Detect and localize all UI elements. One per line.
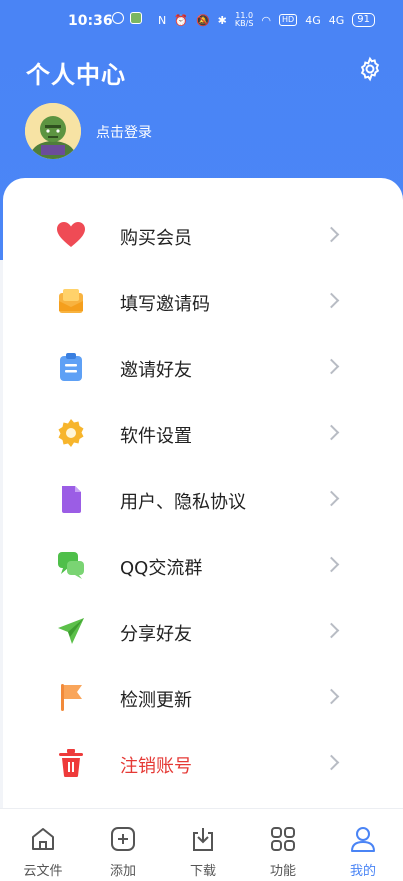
menu-item-check-update[interactable]: 检测更新 — [3, 664, 403, 730]
status-system-icons: N ⏰ 🔕 ✱ 11.0 KB/S ◠ HD 4G 4G 91 — [158, 12, 375, 28]
avatar-image — [25, 103, 81, 159]
net-speed-unit: KB/S — [234, 19, 254, 28]
chevron-right-icon — [323, 226, 340, 243]
gear-icon — [360, 56, 380, 82]
grid-icon — [271, 827, 295, 851]
chevron-right-icon — [323, 754, 340, 771]
tab-label: 我的 — [349, 864, 376, 879]
document-icon — [62, 486, 81, 513]
signal-2: 4G — [328, 13, 345, 27]
alarm-icon: ⏰ — [174, 13, 188, 27]
menu-label: 分享好友 — [120, 624, 192, 645]
clipboard-icon — [60, 353, 82, 381]
send-icon — [58, 618, 84, 644]
chevron-right-icon — [323, 490, 340, 507]
bluetooth-icon: ✱ — [217, 13, 227, 27]
nfc-icon: N — [158, 13, 167, 27]
chevron-right-icon — [323, 358, 340, 375]
heart-icon — [57, 222, 85, 247]
person-icon — [351, 827, 375, 852]
menu-label: 软件设置 — [120, 426, 192, 447]
status-time: 10:36 — [68, 13, 113, 29]
menu-label: 购买会员 — [120, 228, 192, 249]
tab-cloud-files[interactable]: 云文件 — [3, 809, 83, 881]
menu-item-delete-account[interactable]: 注销账号 — [3, 730, 403, 796]
signal-1: 4G — [305, 13, 321, 27]
menu-label: 邀请好友 — [120, 360, 192, 381]
bottom-tab-bar: 云文件 添加 下载 功能 我的 — [0, 808, 403, 881]
tab-label: 功能 — [269, 864, 296, 879]
tab-label: 添加 — [109, 864, 136, 879]
menu-item-invite-friends[interactable]: 邀请好友 — [3, 334, 403, 400]
house-icon — [32, 828, 54, 850]
hd-badge: HD — [279, 14, 298, 26]
mute-icon: 🔕 — [195, 13, 210, 27]
avatar[interactable] — [25, 103, 81, 159]
login-link[interactable]: 点击登录 — [96, 122, 152, 142]
gear-icon — [58, 419, 84, 447]
menu-label: 注销账号 — [120, 756, 192, 777]
menu-item-user-privacy-agreement[interactable]: 用户、隐私协议 — [3, 466, 403, 532]
app-notification-icon — [130, 12, 142, 24]
menu-card: 购买会员 填写邀请码 邀请好友 软件设置 用户、隐私协议 QQ交流群 分享好友 … — [3, 178, 403, 808]
chevron-right-icon — [323, 556, 340, 573]
status-notification-icons — [112, 12, 142, 24]
mail-icon — [59, 289, 83, 313]
menu-item-qq-group[interactable]: QQ交流群 — [3, 532, 403, 598]
plus-icon — [111, 827, 135, 851]
chevron-right-icon — [323, 688, 340, 705]
status-bar: 10:36 N ⏰ 🔕 ✱ 11.0 KB/S ◠ HD 4G 4G 91 — [0, 0, 403, 40]
menu-label: 填写邀请码 — [120, 294, 210, 315]
page-title: 个人中心 — [26, 61, 126, 89]
download-icon — [193, 828, 213, 851]
menu-label: QQ交流群 — [120, 558, 203, 579]
settings-button[interactable] — [357, 56, 383, 82]
trash-icon — [59, 749, 83, 777]
wifi-icon: ◠ — [261, 13, 272, 27]
flag-icon — [61, 684, 82, 711]
tab-label: 云文件 — [23, 864, 63, 879]
net-speed: 11.0 KB/S — [235, 12, 254, 28]
menu-item-invite-code[interactable]: 填写邀请码 — [3, 268, 403, 334]
tab-download[interactable]: 下载 — [163, 809, 243, 881]
chat-icon — [58, 552, 84, 579]
tab-functions[interactable]: 功能 — [243, 809, 323, 881]
menu-item-buy-membership[interactable]: 购买会员 — [3, 202, 403, 268]
menu-label: 用户、隐私协议 — [120, 492, 246, 513]
chevron-right-icon — [323, 292, 340, 309]
tab-add[interactable]: 添加 — [83, 809, 163, 881]
chevron-right-icon — [323, 622, 340, 639]
menu-item-software-settings[interactable]: 软件设置 — [3, 400, 403, 466]
wechat-icon — [112, 12, 124, 24]
chevron-right-icon — [323, 424, 340, 441]
menu-item-share-friends[interactable]: 分享好友 — [3, 598, 403, 664]
menu-label: 检测更新 — [120, 690, 192, 711]
tab-mine[interactable]: 我的 — [323, 809, 403, 881]
battery-indicator: 91 — [352, 13, 375, 27]
tab-label: 下载 — [189, 864, 216, 879]
